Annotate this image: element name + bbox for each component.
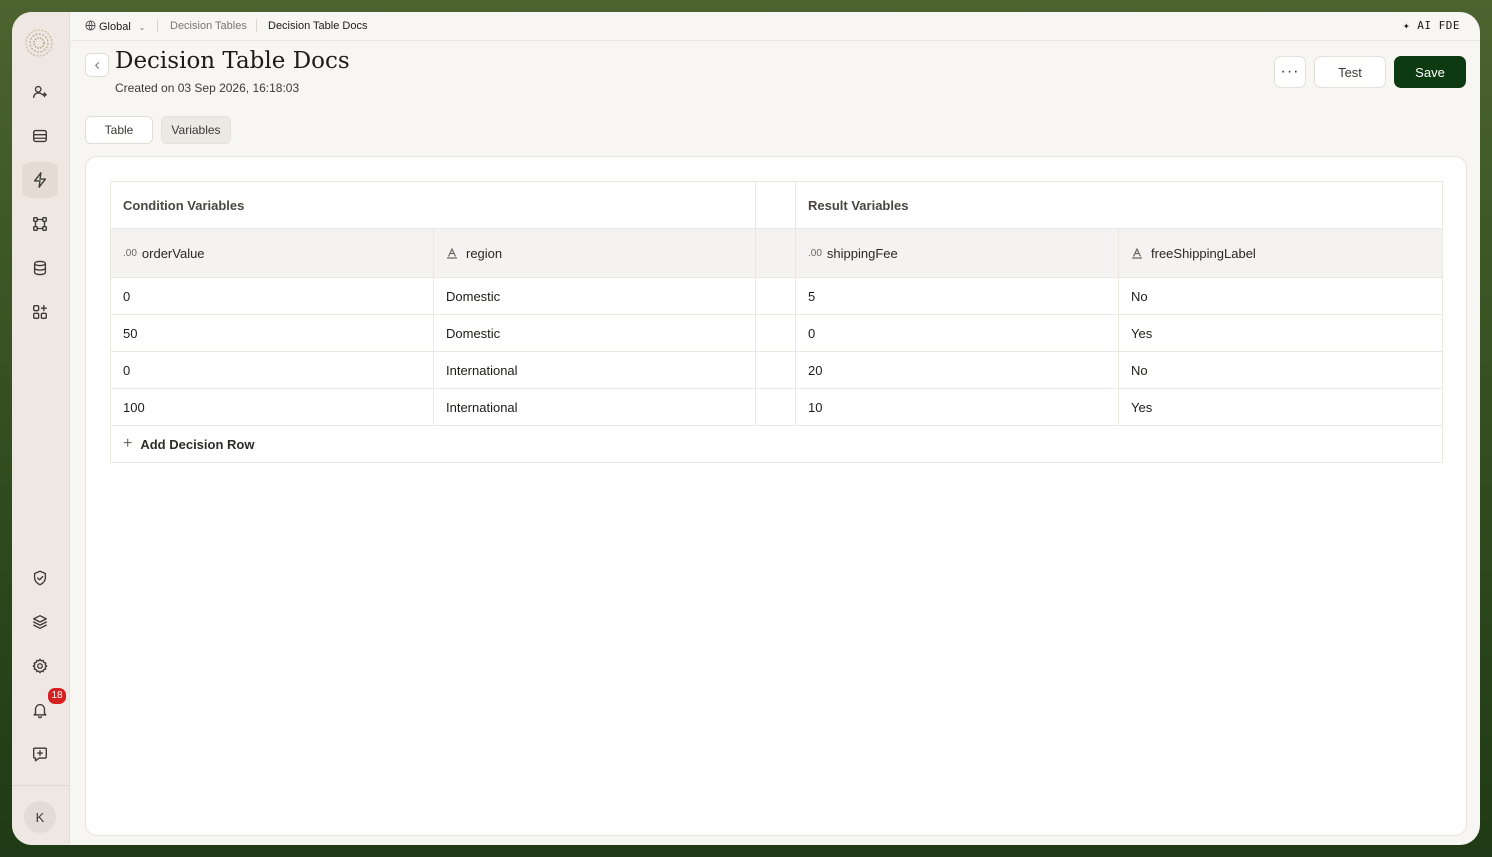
plus-icon: + [123,435,133,452]
sidebar: 18 K [12,12,70,845]
group-gap [756,352,796,388]
number-type-icon: .00 [808,247,822,259]
add-row-label: Add Decision Row [140,436,255,452]
scope-label: Global [99,21,131,33]
user-icon [33,85,47,99]
sidebar-item-decisions[interactable] [22,162,58,198]
group-gap [756,278,796,314]
logo-icon[interactable] [24,28,54,58]
text-type-icon [446,247,458,259]
tab-table[interactable]: Table [85,116,153,144]
group-gap [756,315,796,351]
decision-table-card: Condition Variables Result Variables .00… [85,156,1467,836]
app-window: 18 K Global ⌄ Decision Tables Decision Ta… [12,12,1480,845]
back-button[interactable] [85,53,109,77]
sidebar-item-settings[interactable] [22,648,58,684]
sidebar-item-security[interactable] [22,560,58,596]
cell-region[interactable]: International [434,352,756,388]
table-row: 0 Domestic 5 No [111,278,1442,315]
tab-variables[interactable]: Variables [161,116,231,144]
globe-icon [85,20,96,31]
breadcrumb-current: Decision Table Docs [268,20,368,32]
gear-icon [32,658,48,674]
column-name: region [466,245,503,261]
ai-assistant-button[interactable]: ✦ AI FDE [1403,19,1460,32]
sidebar-item-feedback[interactable] [22,736,58,772]
bell-icon [33,703,47,719]
cell-freeShippingLabel[interactable]: Yes [1119,389,1442,425]
breadcrumb-parent[interactable]: Decision Tables [170,20,247,32]
cell-shippingFee[interactable]: 0 [796,315,1119,351]
more-icon: ··· [1280,63,1300,80]
save-button[interactable]: Save [1394,56,1466,88]
chevron-down-icon: ⌄ [138,23,146,32]
topbar: Global ⌄ Decision Tables Decision Table D… [69,12,1480,41]
apps-icon [33,305,47,319]
ai-label: AI FDE [1417,19,1460,32]
avatar[interactable]: K [24,801,56,833]
decision-table: Condition Variables Result Variables .00… [110,181,1443,463]
add-row-cell: + Add Decision Row [111,426,1442,462]
cell-orderValue[interactable]: 0 [111,352,434,388]
result-group-label: Result Variables [808,197,909,213]
group-gap [756,229,796,277]
cell-region[interactable]: Domestic [434,278,756,314]
text-type-icon [1131,247,1143,259]
sidebar-item-workflows[interactable] [22,206,58,242]
sidebar-item-users[interactable] [22,74,58,110]
table-icon [33,129,47,143]
shield-icon [33,570,47,586]
table-header: .00 orderValue region .00 shippingFee fr… [111,229,1442,278]
cell-orderValue[interactable]: 0 [111,278,434,314]
workflow-icon [33,217,47,231]
add-decision-row-button[interactable]: + Add Decision Row [111,426,1442,463]
sidebar-item-database[interactable] [22,250,58,286]
sidebar-divider [12,785,69,786]
chevron-left-icon [94,61,99,69]
cell-orderValue[interactable]: 100 [111,389,434,425]
table-row: 0 International 20 No [111,352,1442,389]
sidebar-item-tables[interactable] [22,118,58,154]
cell-shippingFee[interactable]: 10 [796,389,1119,425]
layers-icon [33,615,47,629]
column-header-orderValue[interactable]: .00 orderValue [111,229,434,277]
column-header-freeShippingLabel[interactable]: freeShippingLabel [1119,229,1442,277]
cell-freeShippingLabel[interactable]: No [1119,352,1442,388]
column-header-region[interactable]: region [434,229,756,277]
message-plus-icon [33,747,47,762]
cell-shippingFee[interactable]: 5 [796,278,1119,314]
table-row: 50 Domestic 0 Yes [111,315,1442,352]
cell-shippingFee[interactable]: 20 [796,352,1119,388]
notification-badge: 18 [47,687,67,705]
sidebar-item-notifications[interactable]: 18 [22,687,67,728]
database-icon [33,260,47,276]
zap-icon [33,172,47,188]
cell-orderValue[interactable]: 50 [111,315,434,351]
condition-group-label: Condition Variables [111,182,756,228]
column-name: shippingFee [826,245,898,261]
page-title: Decision Table Docs [115,48,350,74]
page-subtitle: Created on 03 Sep 2026, 16:18:03 [115,81,300,95]
group-gap [756,389,796,425]
number-type-icon: .00 [123,247,137,259]
cell-region[interactable]: International [434,389,756,425]
sidebar-item-apps[interactable] [22,294,58,330]
divider [157,19,158,32]
cell-freeShippingLabel[interactable]: No [1119,278,1442,314]
divider [256,19,257,32]
more-options-button[interactable]: ··· [1274,56,1306,88]
test-button[interactable]: Test [1314,56,1386,88]
sidebar-item-layers[interactable] [22,604,58,640]
table-row: 100 International 10 Yes [111,389,1442,426]
column-name: freeShippingLabel [1151,245,1256,261]
cell-region[interactable]: Domestic [434,315,756,351]
scope-selector[interactable]: Global ⌄ [85,20,146,33]
group-gap [756,182,796,228]
table-group-header: Condition Variables Result Variables [111,182,1442,229]
column-name: orderValue [141,245,205,261]
cell-freeShippingLabel[interactable]: Yes [1119,315,1442,351]
column-header-shippingFee[interactable]: .00 shippingFee [796,229,1119,277]
sparkle-icon: ✦ [1403,19,1418,32]
